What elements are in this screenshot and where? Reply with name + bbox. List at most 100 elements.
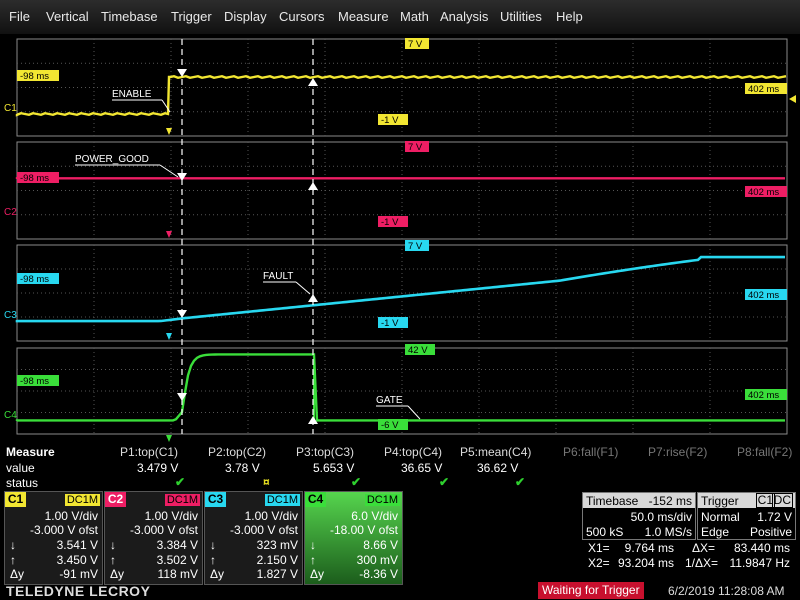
measure-param-1[interactable]: P1:top(C1) xyxy=(120,445,178,459)
channel-max: 3.450 V xyxy=(56,553,98,567)
measure-value-4: 36.65 V xyxy=(401,461,443,475)
cursor-inv-label: 1/ΔX= xyxy=(685,556,719,570)
measure-row-value: value xyxy=(6,461,35,475)
channel-max: 2.150 V xyxy=(256,553,298,567)
measure-param-7[interactable]: P7:rise(F2) xyxy=(648,445,707,459)
cursor-x2-label: X2= xyxy=(588,556,610,570)
measure-param-4[interactable]: P4:top(C4) xyxy=(384,445,442,459)
channel-vdiv: 1.00 V/div xyxy=(44,509,98,523)
channel-min: 8.66 V xyxy=(363,538,398,552)
menu-display[interactable]: Display xyxy=(224,9,267,24)
c2-right-time: 402 ms xyxy=(748,187,779,198)
measure-status-2-icon: ¤ xyxy=(263,475,270,489)
channel-offset: -18.00 V ofst xyxy=(329,523,398,537)
c3-top-label: 7 V xyxy=(408,241,423,252)
c1-channel-label: C1 xyxy=(4,103,17,114)
c3-annotation: FAULT xyxy=(263,271,293,282)
delta-y-label: Δy xyxy=(110,567,125,581)
channel-coupling: DC1M xyxy=(164,494,200,506)
c2-top-label: 7 V xyxy=(408,142,423,153)
measure-table: Measure value status P1:top(C1) 3.479 V ✔ P… xyxy=(0,444,800,490)
channel-min: 3.384 V xyxy=(156,538,198,552)
channel-tab: C2 xyxy=(105,492,126,507)
cursor-dx-label: ΔX= xyxy=(692,541,716,555)
measure-param-6[interactable]: P6:fall(F1) xyxy=(563,445,618,459)
c1-level-marker xyxy=(789,95,796,103)
measure-value-3: 5.653 V xyxy=(313,461,355,475)
menu-measure[interactable]: Measure xyxy=(338,9,389,24)
channel-box-c2[interactable]: C2 DC1M 1.00 V/div -3.000 V ofst 3.384 V 3.50… xyxy=(104,491,203,585)
cursor-dx-value: 83.440 ms xyxy=(733,541,790,555)
measure-status-5-icon: ✔ xyxy=(515,475,526,489)
down-arrow-icon: ↓ xyxy=(210,538,216,552)
menu-cursors[interactable]: Cursors xyxy=(279,9,325,24)
channel-dy: -8.36 V xyxy=(359,567,398,581)
menu-vertical[interactable]: Vertical xyxy=(46,9,89,24)
down-arrow-icon: ↓ xyxy=(10,538,16,552)
c4-right-time: 402 ms xyxy=(748,390,779,401)
c4-trace xyxy=(15,353,785,422)
channel-tab: C1 xyxy=(5,492,26,507)
measure-status-4-icon: ✔ xyxy=(439,475,450,489)
c4-trigger-marker xyxy=(166,435,172,442)
menu-help[interactable]: Help xyxy=(556,9,583,24)
c1-top-label: 7 V xyxy=(408,39,423,50)
channel-max: 3.502 V xyxy=(156,553,198,567)
c2-channel-label: C2 xyxy=(4,207,17,218)
channel-vdiv: 6.0 V/div xyxy=(351,509,398,523)
measure-param-3[interactable]: P3:top(C3) xyxy=(296,445,354,459)
c3-bottom-label: -1 V xyxy=(381,318,399,329)
channel-box-c3[interactable]: C3 DC1M 1.00 V/div -3.000 V ofst 323 mV 2.150… xyxy=(204,491,303,585)
delta-y-label: Δy xyxy=(310,567,325,581)
down-arrow-icon: ↓ xyxy=(110,538,116,552)
trigger-coupling: DC xyxy=(771,493,793,508)
menu-math[interactable]: Math xyxy=(400,9,429,24)
measure-status-3-icon: ✔ xyxy=(351,475,362,489)
up-arrow-icon: ↑ xyxy=(310,553,316,567)
channel-min: 323 mV xyxy=(256,538,298,552)
channel-min: 3.541 V xyxy=(56,538,98,552)
trigger-level: 1.72 V xyxy=(757,510,792,524)
menu-bar: File Vertical Timebase Trigger Display C… xyxy=(0,0,800,34)
menu-trigger[interactable]: Trigger xyxy=(171,9,212,24)
channel-box-c1[interactable]: C1 DC1M 1.00 V/div -3.000 V ofst 3.541 V 3.45… xyxy=(4,491,103,585)
down-arrow-icon: ↓ xyxy=(310,538,316,552)
trigger-label: Trigger xyxy=(701,494,739,508)
timebase-panel[interactable]: Timebase -152 ms 50.0 ms/div 500 kS 1.0 … xyxy=(582,492,696,540)
menu-timebase[interactable]: Timebase xyxy=(101,9,158,24)
channel-coupling: DC1M xyxy=(364,494,400,506)
channel-dy: -91 mV xyxy=(59,567,98,581)
measure-row-status: status xyxy=(6,476,39,490)
cursor2-arrow-icon xyxy=(308,294,318,302)
up-arrow-icon: ↑ xyxy=(10,553,16,567)
c4-left-time: -98 ms xyxy=(20,376,49,387)
measure-param-2[interactable]: P2:top(C2) xyxy=(208,445,266,459)
c1-right-time: 402 ms xyxy=(748,84,779,95)
channel-tab: C4 xyxy=(305,492,326,507)
waveform-display[interactable]: -98 ms 7 V 402 ms -1 V C1 ENABLE -98 ms 7 V 402 … xyxy=(0,34,800,444)
cursor2-arrow-icon xyxy=(308,78,318,86)
menu-utilities[interactable]: Utilities xyxy=(500,9,542,24)
menu-file[interactable]: File xyxy=(9,9,30,24)
up-arrow-icon: ↑ xyxy=(110,553,116,567)
channel-offset: -3.000 V ofst xyxy=(29,523,98,537)
measure-value-5: 36.62 V xyxy=(477,461,519,475)
c2-left-time: -98 ms xyxy=(20,173,49,184)
channel-dy: 118 mV xyxy=(157,567,198,581)
c3-channel-label: C3 xyxy=(4,310,17,321)
channel-box-c4[interactable]: C4 DC1M 6.0 V/div -18.00 V ofst 8.66 V 300 mV… xyxy=(304,491,403,585)
measure-param-8[interactable]: P8:fall(F2) xyxy=(737,445,792,459)
measure-title: Measure xyxy=(6,445,55,459)
timebase-delay: -152 ms xyxy=(648,494,692,508)
trigger-header: Trigger C1 DC xyxy=(698,493,795,508)
trigger-state-badge: Waiting for Trigger xyxy=(538,582,644,599)
channel-vdiv: 1.00 V/div xyxy=(244,509,298,523)
cursor-x2-value: 93.204 ms xyxy=(617,556,674,570)
trigger-mode: Normal xyxy=(701,510,740,524)
teledyne-logo: TELEDYNE LECROY xyxy=(6,583,151,599)
menu-analysis[interactable]: Analysis xyxy=(440,9,488,24)
trigger-panel[interactable]: Trigger C1 DC Normal 1.72 V Edge Positiv… xyxy=(697,492,796,540)
c2-bottom-label: -1 V xyxy=(381,217,399,228)
measure-param-5[interactable]: P5:mean(C4) xyxy=(460,445,531,459)
delta-y-label: Δy xyxy=(10,567,25,581)
